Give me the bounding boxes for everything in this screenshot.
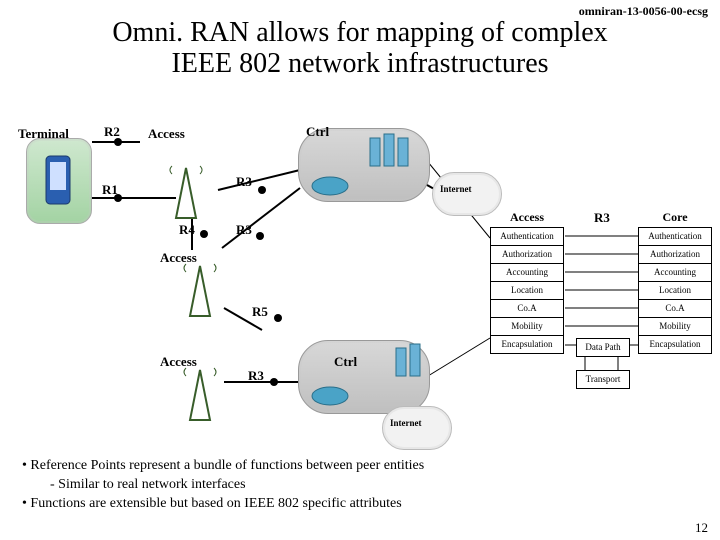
label-access-2: Access: [160, 250, 197, 266]
label-internet-2: Internet: [390, 418, 422, 428]
func-cell-mobility: Mobility: [638, 318, 712, 336]
bullet-1: • Reference Points represent a bundle of…: [22, 457, 424, 476]
func-cell-authentication: Authentication: [638, 227, 712, 246]
label-access-3: Access: [160, 354, 197, 370]
access-col-header: Access: [490, 210, 564, 225]
tower-icon: [184, 368, 216, 420]
access-functions-column: Access Authentication Authorization Acco…: [490, 210, 564, 354]
func-cell-accounting: Accounting: [490, 264, 564, 282]
server-icon: [370, 138, 380, 166]
func-cell-location: Location: [490, 282, 564, 300]
func-cell-location: Location: [638, 282, 712, 300]
bullet-2: • Functions are extensible but based on …: [22, 495, 424, 514]
func-cell-authentication: Authentication: [490, 227, 564, 246]
tower-icon: [170, 166, 202, 218]
title-line-1: Omni. RAN allows for mapping of complex: [112, 17, 607, 48]
datapath-row: Data Path: [576, 338, 630, 357]
server-icon: [398, 138, 408, 166]
func-cell-transport: Transport: [576, 370, 630, 389]
transport-row: Transport: [576, 370, 630, 389]
func-cell-datapath: Data Path: [576, 338, 630, 357]
server-icon: [396, 348, 406, 376]
label-r3-a: R3: [236, 174, 252, 190]
label-access-1: Access: [148, 126, 185, 142]
router-icon: [312, 387, 348, 405]
ref-point-dot: [258, 186, 266, 194]
label-r2: R2: [104, 124, 120, 140]
router-icon: [312, 177, 348, 195]
func-cell-authorization: Authorization: [638, 246, 712, 264]
ref-point-dot: [270, 378, 278, 386]
label-ctrl-1: Ctrl: [306, 124, 329, 140]
server-icon: [384, 134, 394, 166]
bullet-list: • Reference Points represent a bundle of…: [22, 457, 424, 514]
label-r4: R4: [179, 222, 195, 238]
func-cell-coa: Co.A: [638, 300, 712, 318]
label-r3-mid: R3: [594, 210, 610, 226]
label-terminal: Terminal: [18, 126, 69, 142]
title-line-2: IEEE 802 network infrastructures: [171, 48, 548, 79]
server-icon: [410, 344, 420, 376]
core-col-header: Core: [638, 210, 712, 225]
label-r3-b: R3: [236, 222, 252, 238]
slide: omniran-13-0056-00-ecsg Omni. RAN allows…: [0, 0, 720, 540]
label-internet-1: Internet: [440, 184, 472, 194]
bullet-1a: - Similar to real network interfaces: [50, 476, 424, 495]
label-r5: R5: [252, 304, 268, 320]
func-cell-authorization: Authorization: [490, 246, 564, 264]
slide-title: Omni. RAN allows for mapping of complex …: [0, 18, 720, 80]
network-diagram: Terminal R2 R1 Access Access Access Ctrl…: [0, 90, 720, 440]
func-cell-encapsulation: Encapsulation: [490, 336, 564, 354]
ref-point-dot: [274, 314, 282, 322]
label-r1: R1: [102, 182, 118, 198]
core-functions-column: Core Authentication Authorization Accoun…: [638, 210, 712, 354]
func-cell-mobility: Mobility: [490, 318, 564, 336]
label-r3-c: R3: [248, 368, 264, 384]
ref-point-dot: [200, 230, 208, 238]
tower-icon: [184, 264, 216, 316]
func-cell-accounting: Accounting: [638, 264, 712, 282]
func-cell-coa: Co.A: [490, 300, 564, 318]
slide-number: 12: [695, 520, 708, 536]
func-cell-encapsulation: Encapsulation: [638, 336, 712, 354]
ref-point-dot: [256, 232, 264, 240]
label-ctrl-2: Ctrl: [334, 354, 357, 370]
